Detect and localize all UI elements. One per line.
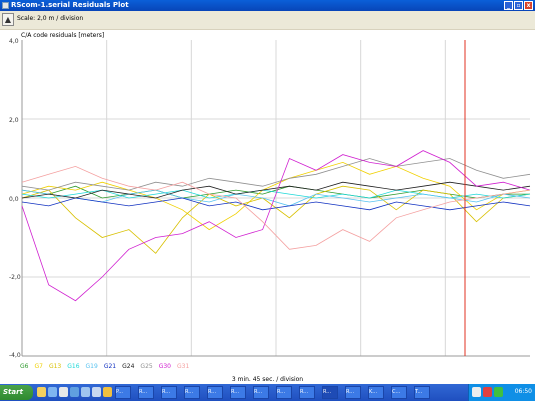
legend-item: G13 [48, 363, 62, 370]
maximize-button[interactable]: ▫ [514, 1, 523, 10]
legend-item: G6 [20, 363, 29, 370]
legend-item: G24 [122, 363, 135, 370]
quick-launch-icon[interactable] [37, 387, 46, 397]
legend-item: G30 [158, 363, 172, 370]
system-tray: 06:50 [468, 384, 535, 401]
toolbar: ▲ Scale: 2,0 m / division [0, 11, 535, 30]
taskbar-window-button[interactable]: R... [161, 386, 177, 399]
tray-icon[interactable] [483, 387, 492, 397]
quick-launch-icon[interactable] [92, 387, 101, 397]
taskbar-window-button[interactable]: R... [299, 386, 315, 399]
taskbar-window-button[interactable]: R... [345, 386, 361, 399]
tray-icon[interactable] [494, 387, 503, 397]
legend-item: G25 [140, 363, 153, 370]
taskbar-window-button[interactable]: T... [414, 386, 430, 399]
taskbar-window-button[interactable]: K... [368, 386, 384, 399]
scale-adjust-icon[interactable]: ▲ [2, 13, 14, 26]
tray-icon[interactable] [472, 387, 481, 397]
taskbar-window-button[interactable]: C... [391, 386, 407, 399]
scale-label: Scale: 2,0 m / division [17, 15, 84, 22]
taskbar-window-button[interactable]: R... [207, 386, 223, 399]
taskbar-window-button[interactable]: R... [276, 386, 292, 399]
window-title: RScom-1.serial Residuals Plot [11, 1, 129, 9]
residuals-plot: C/A code residuals [meters] 4,0 2,0 0,0 … [0, 30, 535, 401]
plot-area [21, 40, 531, 357]
quick-launch-icon[interactable] [48, 387, 57, 397]
taskbar-window-button[interactable]: P... [115, 386, 131, 399]
taskbar-window-button[interactable]: R... [138, 386, 154, 399]
quick-launch-icon[interactable] [70, 387, 79, 397]
taskbar: Start P... R... R... R... R... R... R... R... R.… [0, 384, 535, 401]
taskbar-window-button[interactable]: R... [230, 386, 246, 399]
quick-launch-icon[interactable] [59, 387, 68, 397]
window-titlebar: RScom-1.serial Residuals Plot _ ▫ x [0, 0, 535, 11]
taskbar-window-button[interactable]: R... [322, 386, 338, 399]
start-button[interactable]: Start [0, 385, 33, 400]
legend-item: G19 [85, 363, 98, 370]
taskbar-window-button[interactable]: R... [253, 386, 269, 399]
clock: 06:50 [514, 388, 532, 395]
x-axis-label: 3 min. 45 sec. / division [231, 376, 304, 383]
minimize-button[interactable]: _ [504, 1, 513, 10]
legend-item: G7 [34, 363, 43, 370]
legend-item: G21 [103, 363, 117, 370]
close-button[interactable]: x [524, 1, 533, 10]
legend-item: G16 [67, 363, 80, 370]
quick-launch-icon[interactable] [103, 387, 112, 397]
quick-launch-icon[interactable] [81, 387, 90, 397]
legend-item: G31 [177, 363, 190, 370]
legend: G6 G7 G13 G16 G19 G21 G24 G25 G30 G31 [20, 363, 189, 370]
app-icon [2, 2, 9, 9]
taskbar-window-button[interactable]: R... [184, 386, 200, 399]
